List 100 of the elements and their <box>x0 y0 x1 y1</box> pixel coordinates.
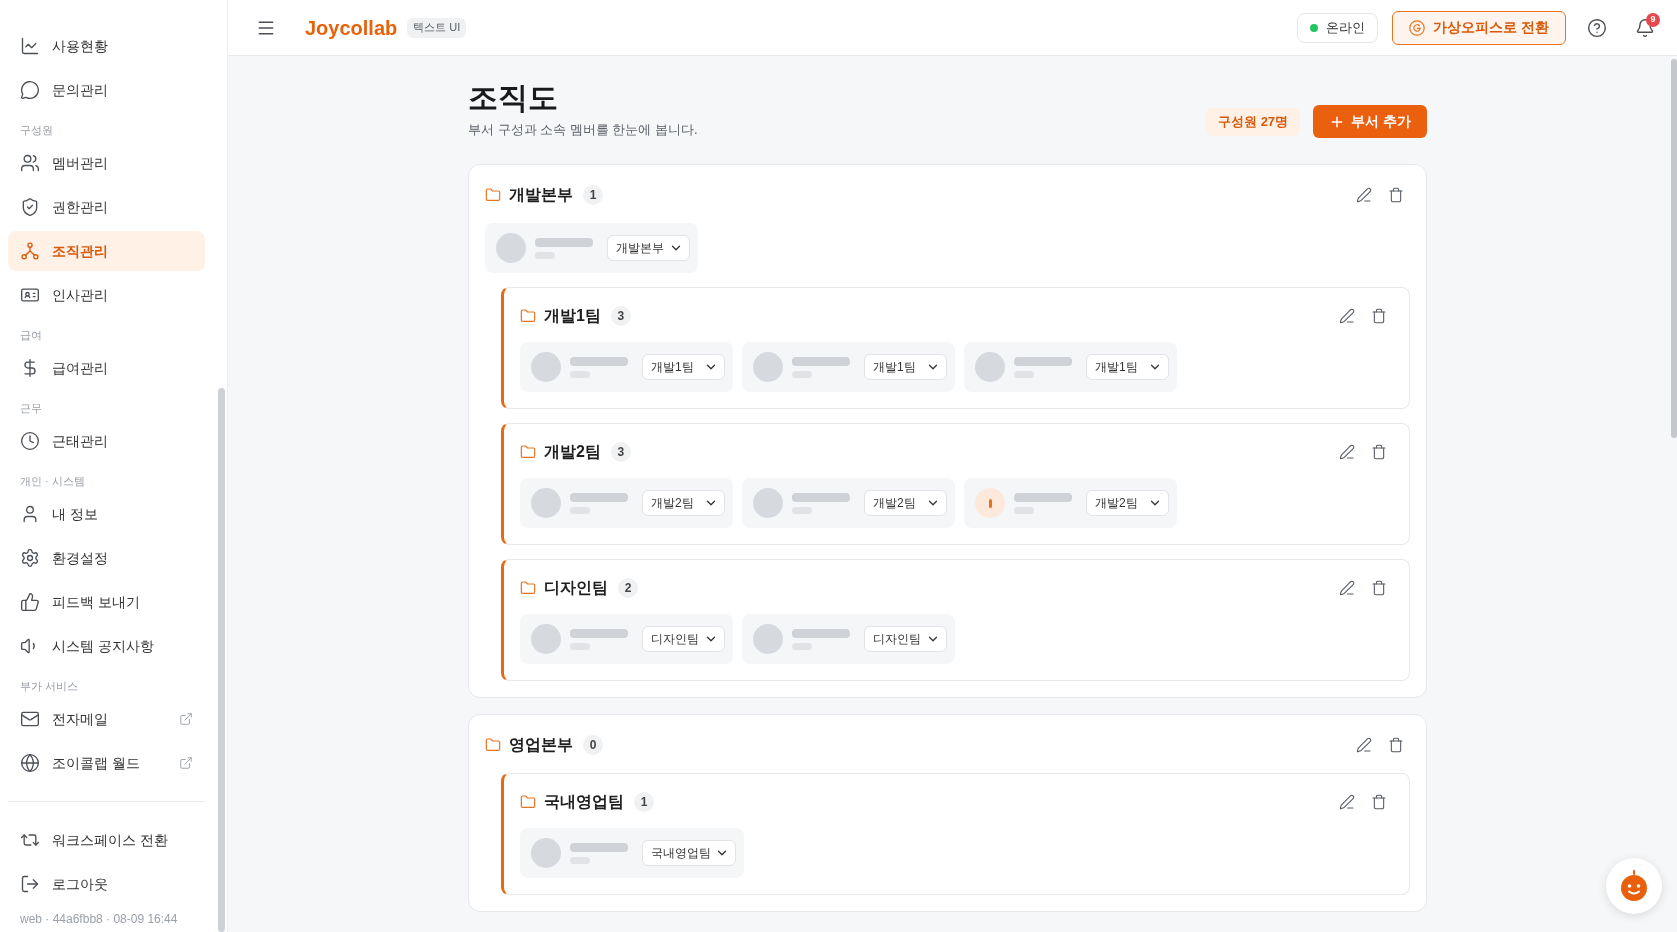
mail-icon <box>20 709 40 729</box>
team-select[interactable]: 개발2팀 <box>1086 490 1169 516</box>
member-count-badge: 3 <box>610 306 631 326</box>
folder-icon <box>520 444 536 460</box>
team-select[interactable]: 디자인팀 <box>864 626 947 652</box>
department-name: 개발1팀 <box>544 306 601 326</box>
thumbs-up-icon <box>20 592 40 612</box>
avatar-icon <box>975 488 1005 518</box>
trash-icon <box>1371 308 1387 324</box>
department-name: 국내영업팀 <box>544 792 624 812</box>
folder-icon <box>485 737 501 753</box>
help-icon <box>1587 17 1607 38</box>
member-count-badge: 0 <box>583 735 603 755</box>
redacted-name-bar <box>570 628 628 638</box>
folder-icon <box>520 580 536 596</box>
department-name: 개발2팀 <box>544 442 601 462</box>
brand-logo: Joycollab <box>305 15 398 41</box>
redacted-name-bar <box>570 356 628 366</box>
avatar-photo-placeholder <box>753 488 783 518</box>
pencil-icon <box>1356 187 1372 203</box>
sidebar-item[interactable]: 조직관리 <box>8 231 205 271</box>
sidebar-item[interactable]: 근태관리 <box>8 421 205 461</box>
pencil-icon <box>1339 308 1355 324</box>
pencil-icon <box>1356 737 1372 753</box>
folder-icon <box>485 187 501 203</box>
sidebar-item[interactable]: 피드백 보내기 <box>8 582 205 622</box>
avatar-photo-placeholder <box>531 352 561 382</box>
folder-icon <box>520 308 536 324</box>
department-name: 영업본부 <box>509 735 573 755</box>
team-select[interactable]: 디자인팀 <box>642 626 725 652</box>
redacted-name-bar <box>570 842 628 852</box>
redacted-name-bar <box>792 492 850 502</box>
version-text: web · 44a6fbb8 · 08-09 16:44 <box>19 911 179 927</box>
sidebar-item[interactable]: 사용현황 <box>8 26 205 66</box>
sidebar-item[interactable]: 환경설정 <box>8 538 205 578</box>
brand-badge: 텍스트 UI <box>407 17 467 38</box>
avatar-photo-placeholder <box>531 624 561 654</box>
globe-icon <box>20 753 40 773</box>
switch-office-button[interactable]: 가상오피스로 전환 <box>1392 10 1566 45</box>
chatbot-button[interactable] <box>1606 858 1662 914</box>
coin-icon <box>1409 19 1426 36</box>
sidebar-section-label: 근무 <box>19 401 43 416</box>
sidebar-item[interactable]: 로그아웃 <box>8 864 205 904</box>
page-subtitle: 부서 구성과 소속 멤버를 한눈에 봅니다. <box>468 121 698 139</box>
status-pill[interactable]: 온라인 <box>1297 12 1379 43</box>
team-select[interactable]: 개발본부 <box>607 235 690 261</box>
member-count-badge: 1 <box>583 185 603 205</box>
notification-count-badge: 9 <box>1646 12 1660 27</box>
department-name: 개발본부 <box>509 185 573 205</box>
avatar-photo-placeholder <box>531 838 561 868</box>
users-icon <box>20 153 40 173</box>
member-total-badge: 구성원 27명 <box>1206 107 1301 136</box>
avatar-photo-placeholder <box>753 624 783 654</box>
redacted-name-bar <box>1014 492 1072 502</box>
sidebar-item[interactable]: 내 정보 <box>8 494 205 534</box>
folder-icon <box>520 794 536 810</box>
sidebar-item[interactable]: 전자메일 <box>8 699 205 739</box>
trash-icon <box>1371 444 1387 460</box>
pencil-icon <box>1339 794 1355 810</box>
team-select[interactable]: 개발2팀 <box>642 490 725 516</box>
sidebar-section-label: 부가 서비스 <box>19 679 80 694</box>
trash-icon <box>1388 737 1404 753</box>
logout-icon <box>20 874 40 894</box>
shield-check-icon <box>20 197 40 217</box>
sidebar-item[interactable]: 권한관리 <box>8 187 205 227</box>
sidebar-item[interactable]: 워크스페이스 전환 <box>8 820 205 860</box>
redacted-name-bar <box>535 237 593 247</box>
notifications-button[interactable]: 9 <box>1629 11 1661 44</box>
sidebar-item[interactable]: 급여관리 <box>8 348 205 388</box>
sidebar-section-label: 개인 · 시스템 <box>19 474 86 489</box>
team-select[interactable]: 개발1팀 <box>1086 354 1169 380</box>
pencil-icon <box>1339 580 1355 596</box>
sidebar-item[interactable]: 조이콜랩 월드 <box>8 743 205 783</box>
department-name: 디자인팀 <box>544 578 608 598</box>
trash-icon <box>1371 794 1387 810</box>
settings-icon <box>20 548 40 568</box>
page-title: 조직도 <box>468 80 559 116</box>
clock-icon <box>20 431 40 451</box>
redacted-name-bar <box>792 628 850 638</box>
pencil-icon <box>1339 444 1355 460</box>
sidebar-section-label: 구성원 <box>19 123 54 138</box>
sidebar-item[interactable]: 멤버관리 <box>8 143 205 183</box>
team-select[interactable]: 개발1팀 <box>642 354 725 380</box>
member-count-badge: 1 <box>634 792 654 812</box>
avatar-photo-placeholder <box>753 352 783 382</box>
trash-icon <box>1371 580 1387 596</box>
sidebar-item[interactable]: 인사관리 <box>8 275 205 315</box>
trash-icon <box>1388 187 1404 203</box>
member-count-badge: 2 <box>618 578 638 598</box>
team-select[interactable]: 개발1팀 <box>864 354 947 380</box>
avatar-photo-placeholder <box>496 233 526 263</box>
sidebar-item[interactable]: 문의관리 <box>8 70 205 110</box>
member-count-badge: 3 <box>610 442 631 462</box>
avatar-photo-placeholder <box>531 488 561 518</box>
sidebar-item[interactable]: 시스템 공지사항 <box>8 626 205 666</box>
org-chart-icon <box>20 241 40 261</box>
chat-bubble-icon <box>20 80 40 100</box>
team-select[interactable]: 개발2팀 <box>864 490 947 516</box>
chart-icon <box>20 36 40 56</box>
team-select[interactable]: 국내영업팀 <box>642 840 736 866</box>
